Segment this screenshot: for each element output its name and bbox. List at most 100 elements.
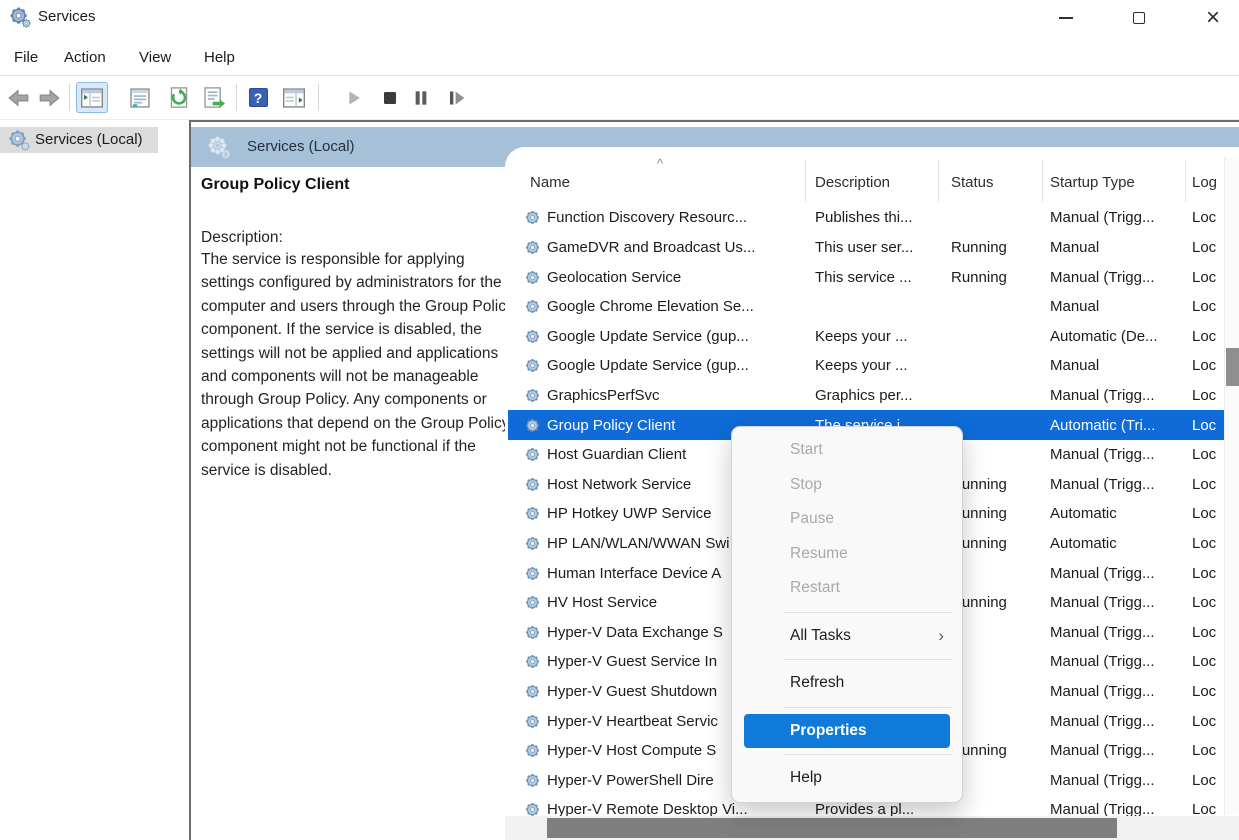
- close-button[interactable]: ×: [1191, 0, 1235, 36]
- menu-file[interactable]: File: [8, 40, 44, 75]
- vertical-scrollbar-thumb[interactable]: [1226, 348, 1239, 386]
- service-gear-icon: [524, 298, 547, 315]
- menu-bar: File Action View Help: [0, 40, 1239, 75]
- context-menu-item-label: Refresh: [790, 674, 844, 691]
- context-menu-item-properties[interactable]: Properties: [744, 714, 950, 749]
- context-menu-item-resume[interactable]: Resume: [732, 537, 962, 572]
- title-bar: Services ×: [0, 0, 1239, 38]
- service-startup-type: Automatic (Tri...: [1050, 417, 1192, 434]
- service-startup-type: Automatic: [1050, 505, 1192, 522]
- column-header-description[interactable]: Description: [815, 174, 890, 191]
- start-service-button[interactable]: [338, 82, 370, 113]
- table-row[interactable]: Google Chrome Elevation Se... Manual Loc: [505, 292, 1239, 322]
- context-menu-item-start[interactable]: Start: [732, 433, 962, 468]
- column-divider[interactable]: [938, 160, 939, 202]
- table-row[interactable]: GameDVR and Broadcast Us... This user se…: [505, 233, 1239, 263]
- service-startup-type: Manual (Trigg...: [1050, 476, 1192, 493]
- maximize-button[interactable]: [1117, 0, 1161, 36]
- minimize-button[interactable]: [1044, 0, 1088, 36]
- restart-service-button[interactable]: [440, 82, 472, 113]
- column-divider[interactable]: [1042, 160, 1043, 202]
- service-gear-icon: [524, 476, 547, 493]
- table-row[interactable]: Function Discovery Resourc... Publishes …: [505, 203, 1239, 233]
- back-button[interactable]: [2, 82, 34, 113]
- service-name: Geolocation Service: [547, 269, 815, 286]
- context-menu-item-label: Help: [790, 769, 822, 786]
- help-button[interactable]: ?: [242, 82, 274, 113]
- menu-view[interactable]: View: [133, 40, 177, 75]
- table-row[interactable]: GraphicsPerfSvc Graphics per... Manual (…: [505, 381, 1239, 411]
- service-startup-type: Manual (Trigg...: [1050, 565, 1192, 582]
- services-gear-icon: [9, 6, 31, 28]
- maximize-icon: [1133, 12, 1145, 24]
- forward-button[interactable]: [33, 82, 65, 113]
- context-menu-item-all-tasks[interactable]: All Tasks›: [732, 619, 962, 654]
- service-description: Keeps your ...: [815, 328, 951, 345]
- service-startup-type: Manual (Trigg...: [1050, 742, 1192, 759]
- action-pane-icon: [283, 88, 305, 108]
- stop-service-button[interactable]: [374, 82, 406, 113]
- service-startup-type: Manual: [1050, 298, 1192, 315]
- sidebar-item-services-local[interactable]: Services (Local): [0, 127, 158, 153]
- service-gear-icon: [524, 269, 547, 286]
- context-menu-item-refresh[interactable]: Refresh: [732, 666, 962, 701]
- show-console-tree-button[interactable]: [76, 82, 108, 113]
- service-status: Running: [951, 239, 1050, 256]
- service-description: Graphics per...: [815, 387, 951, 404]
- context-menu-item-label: Start: [790, 441, 823, 458]
- window-title: Services: [38, 8, 96, 25]
- menu-action[interactable]: Action: [58, 40, 112, 75]
- service-gear-icon: [524, 328, 547, 345]
- context-menu-item-pause[interactable]: Pause: [732, 502, 962, 537]
- export-list-button[interactable]: [198, 82, 230, 113]
- vertical-scrollbar[interactable]: [1224, 157, 1239, 815]
- context-menu-separator: [784, 612, 952, 613]
- description-text: The service is responsible for applying …: [201, 248, 521, 482]
- horizontal-scrollbar[interactable]: [505, 816, 1239, 840]
- service-description: This user ser...: [815, 239, 951, 256]
- table-row[interactable]: Geolocation Service This service ... Run…: [505, 262, 1239, 292]
- selected-service-title: Group Policy Client: [201, 176, 521, 194]
- column-divider[interactable]: [1185, 160, 1186, 202]
- service-name: Google Update Service (gup...: [547, 357, 815, 374]
- service-startup-type: Manual (Trigg...: [1050, 387, 1192, 404]
- column-header-log-on-as[interactable]: Log: [1192, 174, 1217, 191]
- sort-ascending-icon: ^: [657, 156, 663, 171]
- service-gear-icon: [524, 594, 547, 611]
- submenu-arrow-icon: ›: [938, 619, 944, 654]
- table-row[interactable]: Google Update Service (gup... Keeps your…: [505, 321, 1239, 351]
- service-startup-type: Manual (Trigg...: [1050, 209, 1192, 226]
- properties-button[interactable]: [124, 82, 156, 113]
- service-status: Running: [951, 742, 1050, 759]
- context-menu-item-stop[interactable]: Stop: [732, 468, 962, 503]
- service-startup-type: Manual (Trigg...: [1050, 269, 1192, 286]
- service-name: Google Chrome Elevation Se...: [547, 298, 815, 315]
- context-menu-item-help[interactable]: Help: [732, 761, 962, 796]
- horizontal-scrollbar-thumb[interactable]: [547, 818, 1117, 838]
- service-gear-icon: [524, 387, 547, 404]
- stop-icon: [382, 90, 398, 106]
- service-name: GraphicsPerfSvc: [547, 387, 815, 404]
- service-gear-icon: [524, 535, 547, 552]
- properties-icon: [129, 88, 151, 108]
- menu-help[interactable]: Help: [198, 40, 241, 75]
- export-list-icon: [203, 87, 225, 108]
- service-startup-type: Automatic (De...: [1050, 328, 1192, 345]
- service-status: Running: [951, 505, 1050, 522]
- forward-arrow-icon: [39, 89, 60, 107]
- context-menu-item-label: Stop: [790, 476, 822, 493]
- column-divider[interactable]: [805, 160, 806, 202]
- service-log-on-as: Loc: [1192, 417, 1224, 434]
- table-row[interactable]: Google Update Service (gup... Keeps your…: [505, 351, 1239, 381]
- refresh-button[interactable]: [163, 82, 195, 113]
- column-header-name[interactable]: Name: [530, 174, 570, 191]
- service-startup-type: Manual: [1050, 357, 1192, 374]
- pause-service-button[interactable]: [405, 82, 437, 113]
- column-header-status[interactable]: Status: [951, 174, 994, 191]
- column-header-startup-type[interactable]: Startup Type: [1050, 174, 1135, 191]
- show-action-pane-button[interactable]: [278, 82, 310, 113]
- service-description: Keeps your ...: [815, 357, 951, 374]
- context-menu-item-restart[interactable]: Restart: [732, 571, 962, 606]
- service-gear-icon: [524, 772, 547, 789]
- service-gear-icon: [524, 505, 547, 522]
